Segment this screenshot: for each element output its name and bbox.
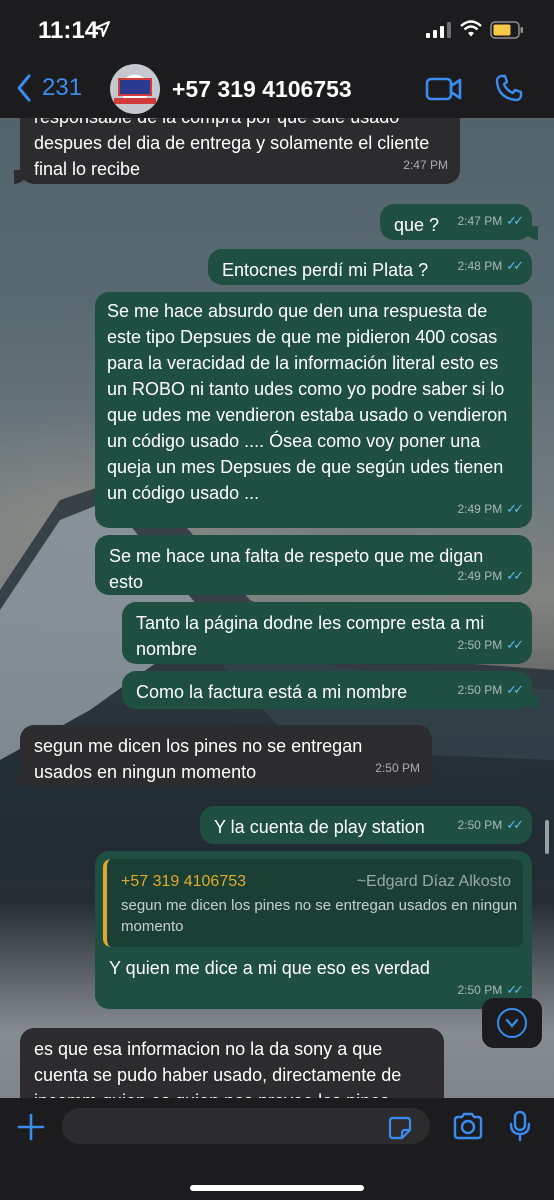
quoted-sender-name: ~Edgard Díaz Alkosto	[356, 873, 511, 890]
camera-icon[interactable]	[452, 1112, 484, 1140]
message-time: 2:49 PM	[457, 502, 503, 516]
message-meta: 2:50 PM ✓✓	[457, 632, 524, 658]
unread-count: 231	[42, 74, 83, 101]
message-meta: 2:50 PM ✓✓	[457, 677, 524, 703]
battery-icon	[490, 21, 523, 39]
message-time: 2:47 PM	[403, 158, 448, 172]
message-input[interactable]	[62, 1108, 430, 1144]
message-meta: 2:50 PM ✓✓	[457, 812, 524, 838]
message-meta: 2:50 PM	[375, 755, 420, 781]
message-meta: 2:48 PM ✓✓	[457, 253, 524, 279]
message-outgoing[interactable]: Entocnes perdí mi Plata ? 2:48 PM ✓✓	[208, 249, 532, 285]
message-outgoing[interactable]: Como la factura está a mi nombre 2:50 PM…	[122, 671, 538, 709]
message-meta: 2:47 PM ✓✓	[457, 208, 524, 234]
scroll-down-button[interactable]	[482, 998, 542, 1048]
back-chevron-icon	[17, 74, 31, 102]
read-ticks-icon: ✓✓	[506, 258, 524, 273]
read-ticks-icon: ✓✓	[506, 501, 524, 516]
message-incoming[interactable]: es que esa informacion no la da sony a q…	[20, 1028, 444, 1098]
quoted-sender-number: +57 319 4106753	[121, 873, 247, 890]
home-indicator[interactable]	[190, 1185, 364, 1191]
message-text: Se me hace una falta de respeto que me d…	[109, 546, 484, 592]
message-time: 2:50 PM	[457, 683, 503, 697]
bubble-tail	[524, 226, 538, 240]
scroll-down-icon	[497, 1008, 527, 1038]
status-time: 11:14	[38, 17, 99, 44]
message-text: Entocnes perdí mi Plata ?	[222, 260, 429, 280]
message-meta: 2:49 PM ✓✓	[457, 563, 524, 589]
avatar-logo-block	[118, 78, 152, 96]
signal-icon	[426, 22, 451, 38]
sticker-icon[interactable]	[388, 1116, 412, 1140]
message-time: 2:47 PM	[457, 214, 503, 228]
message-text: Y quien me dice a mi que eso es verdad	[109, 958, 430, 978]
status-bar: 11:14	[0, 0, 554, 60]
message-incoming[interactable]: segun me dicen los pines no se entregan …	[14, 725, 432, 787]
message-time: 2:48 PM	[457, 259, 503, 273]
message-outgoing[interactable]: Se me hace una falta de respeto que me d…	[95, 535, 532, 595]
video-call-icon[interactable]	[425, 74, 463, 104]
message-outgoing-reply[interactable]: +57 319 4106753 ~Edgard Díaz Alkosto seg…	[95, 851, 532, 1009]
message-outgoing[interactable]: Se me hace absurdo que den una respuesta…	[95, 292, 532, 528]
microphone-icon[interactable]	[508, 1110, 532, 1142]
avatar[interactable]	[110, 64, 160, 114]
message-time: 2:49 PM	[457, 569, 503, 583]
read-ticks-icon: ✓✓	[506, 213, 524, 228]
wifi-icon	[460, 20, 482, 37]
read-ticks-icon: ✓✓	[506, 637, 524, 652]
message-meta: 2:47 PM	[403, 152, 448, 178]
contact-name[interactable]: +57 319 4106753	[172, 76, 352, 103]
message-text: Se me hace absurdo que den una respuesta…	[107, 301, 508, 503]
read-ticks-icon: ✓✓	[506, 568, 524, 583]
message-outgoing[interactable]: que ? 2:47 PM ✓✓	[380, 204, 538, 240]
message-text: Como la factura está a mi nombre	[136, 682, 408, 702]
message-outgoing[interactable]: Y la cuenta de play station 2:50 PM ✓✓	[200, 806, 532, 844]
bubble-tail	[524, 695, 538, 709]
message-time: 2:50 PM	[375, 761, 420, 775]
chat-header: 231 +57 319 4106753	[0, 60, 554, 118]
read-ticks-icon: ✓✓	[506, 817, 524, 832]
phone-icon[interactable]	[494, 73, 524, 103]
avatar-logo-stripe	[114, 98, 156, 104]
quoted-text: segun me dicen los pines no se entregan …	[121, 897, 518, 935]
bubble-tail	[14, 170, 28, 184]
message-text: que ?	[394, 215, 440, 235]
message-text: responsable de la compra por que sale us…	[34, 118, 430, 179]
message-text: Tanto la página dodne les compre esta a …	[136, 613, 485, 659]
message-text: segun me dicen los pines no se entregan …	[34, 736, 363, 782]
back-button[interactable]: 231	[16, 74, 82, 102]
read-ticks-icon: ✓✓	[506, 682, 524, 697]
bubble-tail	[14, 773, 28, 787]
message-text: Y la cuenta de play station	[214, 817, 425, 837]
message-list[interactable]: responsable de la compra por que sale us…	[0, 118, 554, 1098]
message-text: es que esa informacion no la da sony a q…	[34, 1039, 402, 1098]
message-meta: 2:49 PM ✓✓	[457, 496, 524, 522]
message-outgoing[interactable]: Tanto la página dodne les compre esta a …	[122, 602, 532, 664]
scroll-indicator	[545, 820, 549, 854]
message-time: 2:50 PM	[457, 818, 503, 832]
plus-icon[interactable]	[16, 1112, 46, 1142]
location-arrow-icon	[94, 21, 110, 37]
message-time: 2:50 PM	[457, 638, 503, 652]
quoted-message[interactable]: +57 319 4106753 ~Edgard Díaz Alkosto seg…	[103, 859, 523, 947]
message-incoming[interactable]: responsable de la compra por que sale us…	[14, 118, 460, 184]
